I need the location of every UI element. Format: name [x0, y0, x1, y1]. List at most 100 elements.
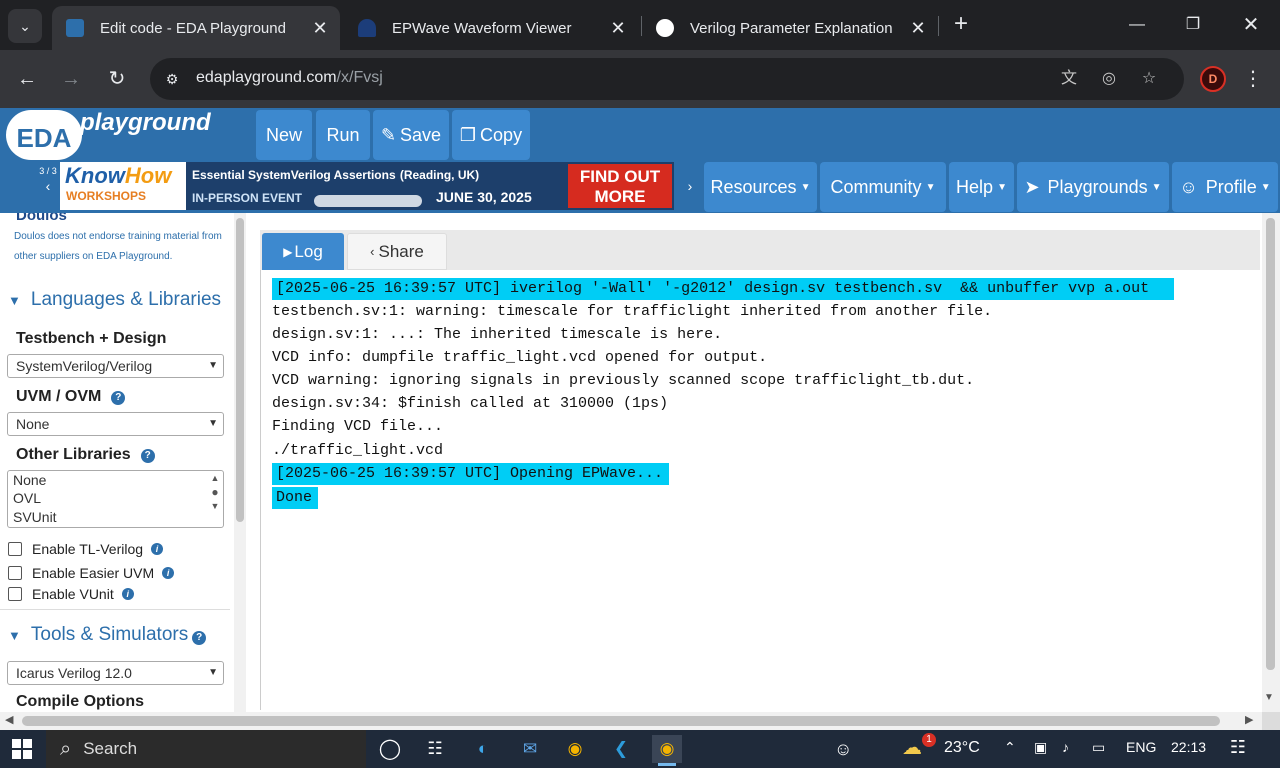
collapse-triangle-icon: ▼: [8, 293, 21, 308]
languages-libraries-header[interactable]: ▼ Languages & Libraries: [8, 289, 221, 311]
browser-menu-icon[interactable]: ⋮: [1240, 64, 1266, 94]
taskbar-search[interactable]: ⌕ Search: [46, 730, 366, 768]
bookmark-star-icon[interactable]: ☆: [1138, 68, 1160, 90]
community-menu[interactable]: Community ▼: [820, 162, 946, 212]
people-icon[interactable]: ☺: [834, 739, 852, 760]
scrollbar-corner: [1262, 712, 1280, 730]
new-tab-icon[interactable]: +: [948, 12, 974, 38]
scroll-right-icon[interactable]: ▶: [1245, 713, 1253, 726]
reload-icon[interactable]: ↻: [102, 64, 132, 94]
banner-headline-sub: (Reading, UK): [399, 168, 480, 182]
windows-start-icon[interactable]: [12, 739, 32, 759]
banner-prev-icon[interactable]: ‹: [38, 178, 58, 194]
edge-icon[interactable]: ◐: [468, 735, 498, 763]
tab-edit-code[interactable]: Edit code - EDA Playground ✕: [52, 6, 340, 50]
tab-log[interactable]: ▶ Log: [262, 233, 344, 270]
task-view-icon[interactable]: ☷: [420, 735, 450, 763]
testbench-design-select[interactable]: SystemVerilog/Verilog ▼: [7, 354, 224, 378]
tab-label: EPWave Waveform Viewer: [392, 19, 572, 37]
doulos-logo[interactable]: Doulos: [16, 213, 67, 224]
clock[interactable]: 22:13: [1171, 739, 1206, 755]
tab-share[interactable]: ‹ Share: [347, 233, 447, 270]
profile-menu[interactable]: ☺ Profile ▼: [1172, 162, 1278, 212]
new-button[interactable]: New: [256, 110, 312, 160]
checkbox-box[interactable]: [8, 587, 22, 601]
tab-epwave[interactable]: EPWave Waveform Viewer ✕: [344, 6, 638, 50]
knowhow-banner[interactable]: KnowHow WORKSHOPS Essential SystemVerilo…: [60, 162, 674, 210]
info-icon[interactable]: i: [121, 588, 134, 600]
scroll-down-icon[interactable]: ▼: [209, 501, 221, 511]
run-button-label: Run: [326, 124, 360, 145]
chrome-active-icon[interactable]: ◉: [652, 735, 682, 766]
log-line: [2025-06-25 16:39:57 UTC] iverilog '-Wal…: [272, 278, 1174, 300]
list-item[interactable]: None: [13, 472, 46, 488]
scroll-thumb-icon[interactable]: ●: [209, 483, 221, 501]
resources-menu[interactable]: Resources ▼: [704, 162, 817, 212]
find-out-more-button[interactable]: FIND OUT MORE: [568, 164, 672, 208]
banner-next-icon[interactable]: ›: [678, 178, 702, 194]
weather-icon[interactable]: ☁: [902, 735, 922, 760]
tl-verilog-checkbox[interactable]: Enable TL-Verilog i: [8, 541, 164, 557]
info-icon[interactable]: i: [151, 543, 164, 555]
tab-search-chevron-icon[interactable]: ⌄: [8, 9, 42, 43]
restore-icon[interactable]: ❐: [1178, 10, 1208, 40]
vscode-icon[interactable]: ❮: [606, 735, 636, 763]
site-settings-icon[interactable]: ⚙: [162, 69, 182, 89]
back-arrow-icon[interactable]: ←: [12, 64, 42, 94]
help-icon[interactable]: ?: [111, 391, 126, 405]
volume-icon[interactable]: ♪: [1062, 739, 1069, 755]
close-tab-icon[interactable]: ✕: [308, 18, 332, 39]
network-icon[interactable]: ▭: [1092, 739, 1105, 756]
close-tab-icon[interactable]: ✕: [606, 18, 630, 39]
copy-button[interactable]: ❐ Copy: [452, 110, 530, 160]
notifications-icon[interactable]: ☷: [1226, 737, 1250, 759]
help-icon[interactable]: ?: [192, 631, 207, 645]
list-item[interactable]: SVUnit: [13, 509, 57, 525]
scroll-left-icon[interactable]: ◀: [5, 713, 13, 726]
tab-verilog-parameter[interactable]: Verilog Parameter Explanation ✕: [642, 6, 938, 50]
camera-icon[interactable]: ▣: [1034, 739, 1047, 756]
list-item[interactable]: OVL: [13, 490, 41, 506]
close-tab-icon[interactable]: ✕: [906, 18, 930, 39]
chrome-icon[interactable]: ◉: [560, 735, 590, 763]
checkbox-box[interactable]: [8, 542, 22, 556]
extension-d-icon[interactable]: D: [1200, 66, 1226, 92]
run-button[interactable]: Run: [316, 110, 370, 160]
other-libraries-listbox[interactable]: None OVL SVUnit ▲ ● ▼: [7, 470, 224, 528]
tools-simulators-header[interactable]: ▼ Tools & Simulators?: [8, 624, 207, 646]
address-bar[interactable]: ⚙ edaplayground.com/x/Fvsj 文 ◎ ☆: [150, 58, 1184, 100]
forward-arrow-icon[interactable]: →: [56, 64, 86, 94]
uvm-ovm-select[interactable]: None ▼: [7, 412, 224, 436]
help-icon[interactable]: ?: [140, 449, 155, 463]
uvm-ovm-label: UVM / OVM?: [16, 388, 126, 406]
tray-chevron-icon[interactable]: ⌃: [1004, 739, 1016, 756]
playgrounds-menu[interactable]: ➤ Playgrounds ▼: [1017, 162, 1169, 212]
url-text[interactable]: edaplayground.com/x/Fvsj: [196, 69, 383, 87]
sidebar-scroll-thumb[interactable]: [236, 218, 244, 522]
help-menu[interactable]: Help ▼: [949, 162, 1014, 212]
eda-logo[interactable]: EDA: [6, 110, 82, 160]
scroll-up-icon[interactable]: ▲: [209, 473, 221, 483]
page-scroll-thumb[interactable]: [1266, 218, 1275, 670]
checkbox-box[interactable]: [8, 566, 22, 580]
simulator-select[interactable]: Icarus Verilog 12.0 ▼: [7, 661, 224, 685]
save-button[interactable]: ✎ Save: [373, 110, 449, 160]
log-line: Done: [272, 487, 319, 509]
info-icon[interactable]: i: [162, 567, 175, 579]
eye-off-icon[interactable]: ◎: [1098, 68, 1120, 90]
vunit-checkbox[interactable]: Enable VUnit i: [8, 586, 134, 602]
close-window-icon[interactable]: ✕: [1236, 10, 1266, 40]
log-line: Finding VCD file...: [272, 418, 444, 435]
banner-pager-dots[interactable]: [314, 195, 422, 207]
temperature[interactable]: 23°C: [944, 739, 980, 757]
mail-icon[interactable]: ✉: [515, 735, 545, 763]
cortana-icon[interactable]: ◯: [375, 735, 405, 763]
playground-logo-text[interactable]: playground: [80, 109, 211, 137]
easier-uvm-checkbox[interactable]: Enable Easier UVM i: [8, 565, 175, 581]
scroll-down-icon[interactable]: ▼: [1264, 692, 1274, 703]
horizontal-scroll-thumb[interactable]: [22, 716, 1220, 726]
minimize-icon[interactable]: —: [1122, 10, 1152, 40]
listbox-scrollbar[interactable]: ▲ ● ▼: [209, 473, 221, 525]
language-indicator[interactable]: ENG: [1126, 739, 1156, 755]
translate-icon[interactable]: 文: [1058, 68, 1080, 90]
